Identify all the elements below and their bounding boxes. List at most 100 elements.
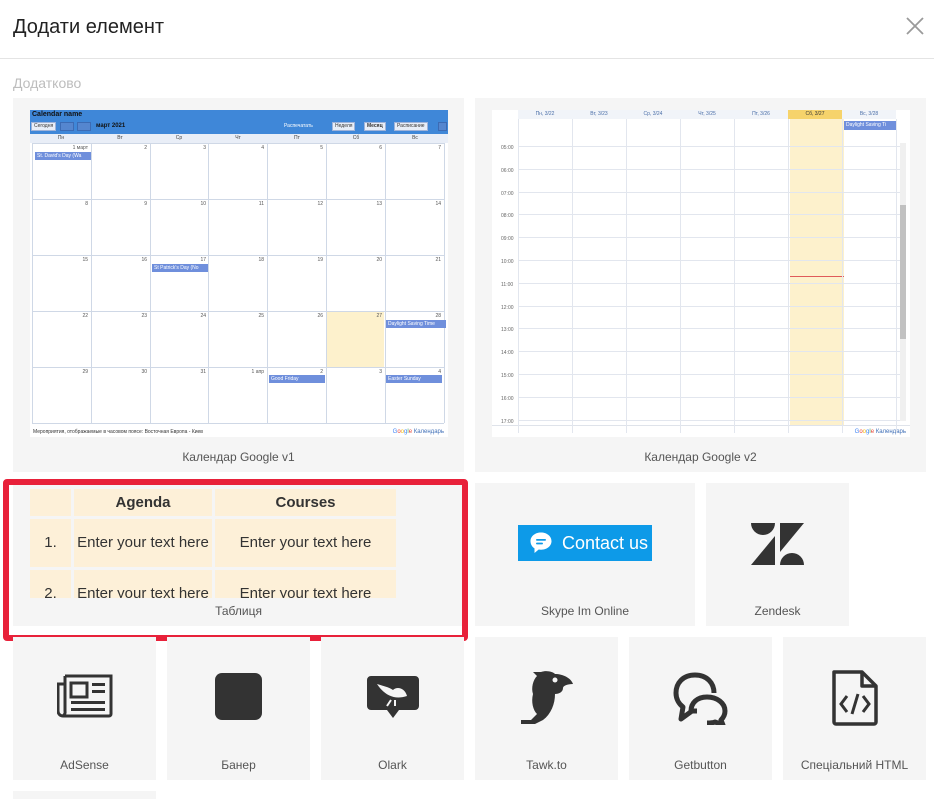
calendar-day-number: 1 март xyxy=(72,145,88,151)
tile-tawk-to[interactable]: Tawk.to xyxy=(475,637,618,780)
calendar-day-number: 22 xyxy=(82,313,88,319)
grid-line xyxy=(842,119,843,433)
calendar-event: St Patrick's Day (No xyxy=(152,264,208,272)
today-column xyxy=(790,110,844,426)
google-calendar-label: Календарь xyxy=(413,429,444,435)
grid-line xyxy=(518,396,900,398)
calendar-day-number: 21 xyxy=(435,257,441,263)
grid-line xyxy=(518,305,900,307)
grid-line xyxy=(32,311,444,312)
week-view-button: Неделя xyxy=(332,122,356,131)
google-calendar-badge: Google Календарь xyxy=(392,429,444,435)
day-name: Сб xyxy=(352,135,360,141)
calendar-day-number: 7 xyxy=(438,145,441,151)
calendar-day-number: 11 xyxy=(258,201,264,207)
grid-line xyxy=(518,237,900,239)
grid-line xyxy=(208,143,209,423)
grid-line xyxy=(518,168,900,170)
tile-google-calendar-v2[interactable]: Daylight Saving Ti Google Календарь Пн, … xyxy=(475,98,926,472)
calendar-day-number: 20 xyxy=(376,257,382,263)
tile-label: Спеціальний HTML xyxy=(800,758,909,772)
contact-us-label: Contact us xyxy=(562,533,649,553)
agenda-view-button: Расписание xyxy=(394,122,428,131)
hour-label: 09:00 xyxy=(501,236,514,243)
hour-label: 14:00 xyxy=(501,350,514,357)
google-calendar-label: Календарь xyxy=(875,429,906,435)
tile-getbutton[interactable]: Getbutton xyxy=(629,637,772,780)
grid-line xyxy=(518,282,900,284)
grid-line xyxy=(267,143,268,423)
grid-line xyxy=(896,119,897,433)
day-name: Вт xyxy=(117,135,123,141)
tile-google-calendar-v1[interactable]: Calendar name Сегодня март 2021 Распечат… xyxy=(13,98,464,472)
calendar-name: Calendar name xyxy=(32,111,83,118)
grid-line xyxy=(626,119,627,433)
week-day-header: Сб, 3/27 xyxy=(788,110,842,119)
week-day-header: Вт, 3/23 xyxy=(572,110,626,119)
grid-line xyxy=(444,143,445,423)
hour-label: 10:00 xyxy=(501,259,514,265)
chat-bubbles-icon xyxy=(673,672,728,725)
calendar-day-number: 2 xyxy=(144,145,147,151)
calendar-event: Daylight Saving Ti xyxy=(844,121,896,130)
close-icon[interactable] xyxy=(903,14,927,38)
calendar-day-number: 27 xyxy=(376,313,382,319)
newspaper-icon xyxy=(57,674,113,718)
tile-label: Skype Im Online xyxy=(540,604,630,618)
day-name: Ср xyxy=(175,135,183,141)
parrot-icon xyxy=(521,671,573,724)
calendar-event: St. David's Day (Wa xyxy=(35,152,91,160)
contact-us-button[interactable]: Contact us xyxy=(518,525,652,561)
grid-line xyxy=(150,143,151,423)
calendar-month: март 2021 xyxy=(96,123,126,129)
dialog-title: Додати елемент xyxy=(13,16,165,38)
calendar-day-number: 5 xyxy=(320,145,323,151)
calendar-day-number: 30 xyxy=(141,369,147,375)
tile-adsense[interactable]: AdSense xyxy=(13,637,156,780)
tile-banner[interactable]: Банер xyxy=(167,637,310,780)
hour-label: 06:00 xyxy=(501,167,514,174)
hour-label: 08:00 xyxy=(501,213,514,220)
calendar-v2-preview: Daylight Saving Ti Google Календарь Пн, … xyxy=(492,110,910,437)
hour-label: 12:00 xyxy=(501,304,514,311)
calendar-event: Easter Sunday xyxy=(386,375,442,383)
tile-label: Банер xyxy=(221,758,256,772)
dialog-header: Додати елемент xyxy=(0,0,934,59)
calendar-day-number: 17 xyxy=(200,257,206,263)
calendar-day-number: 24 xyxy=(200,313,206,319)
calendar-day-number: 8 xyxy=(85,201,88,207)
day-name: Вс xyxy=(412,135,418,141)
hour-label: 15:00 xyxy=(501,373,514,379)
tile-next-row[interactable] xyxy=(13,791,156,799)
hour-label: 07:00 xyxy=(501,190,514,197)
tile-label: Tawk.to xyxy=(526,758,567,772)
grid-line xyxy=(32,255,444,256)
calendar-day-number: 1 апр xyxy=(251,369,264,375)
grid-line xyxy=(326,143,327,423)
tile-label: Zendesk xyxy=(754,604,801,618)
tile-custom-html[interactable]: Спеціальний HTML xyxy=(783,637,926,780)
calendar-day-number: 16 xyxy=(141,257,147,263)
tile-label: Календар Google v1 xyxy=(182,450,295,464)
grid-line xyxy=(518,260,900,261)
calendar-day-number: 15 xyxy=(82,257,88,263)
chat-bubble-icon xyxy=(530,532,552,553)
calendar-day-number: 25 xyxy=(258,313,264,319)
grid-line xyxy=(680,119,681,433)
grid-line xyxy=(518,419,900,421)
current-time-line xyxy=(790,276,844,277)
dropdown-icon xyxy=(438,122,447,131)
zendesk-logo-icon xyxy=(751,523,804,565)
next-icon xyxy=(77,122,91,131)
grid-line xyxy=(518,328,900,330)
calendar-day-number: 14 xyxy=(435,201,441,207)
tile-zendesk[interactable]: Zendesk xyxy=(706,483,849,626)
calendar-day-number: 31 xyxy=(200,369,206,375)
tile-label: Getbutton xyxy=(674,758,727,772)
google-calendar-badge: Google Календарь xyxy=(854,429,906,435)
hour-label: 17:00 xyxy=(501,418,514,425)
tile-label: Календар Google v2 xyxy=(644,450,757,464)
calendar-day-header: Пн Вт Ср Чт Пт Сб Вс xyxy=(30,134,448,143)
tile-olark[interactable]: Olark xyxy=(321,637,464,780)
calendar-timezone-note: Мероприятия, отображаемые в часовом пояс… xyxy=(33,429,203,435)
